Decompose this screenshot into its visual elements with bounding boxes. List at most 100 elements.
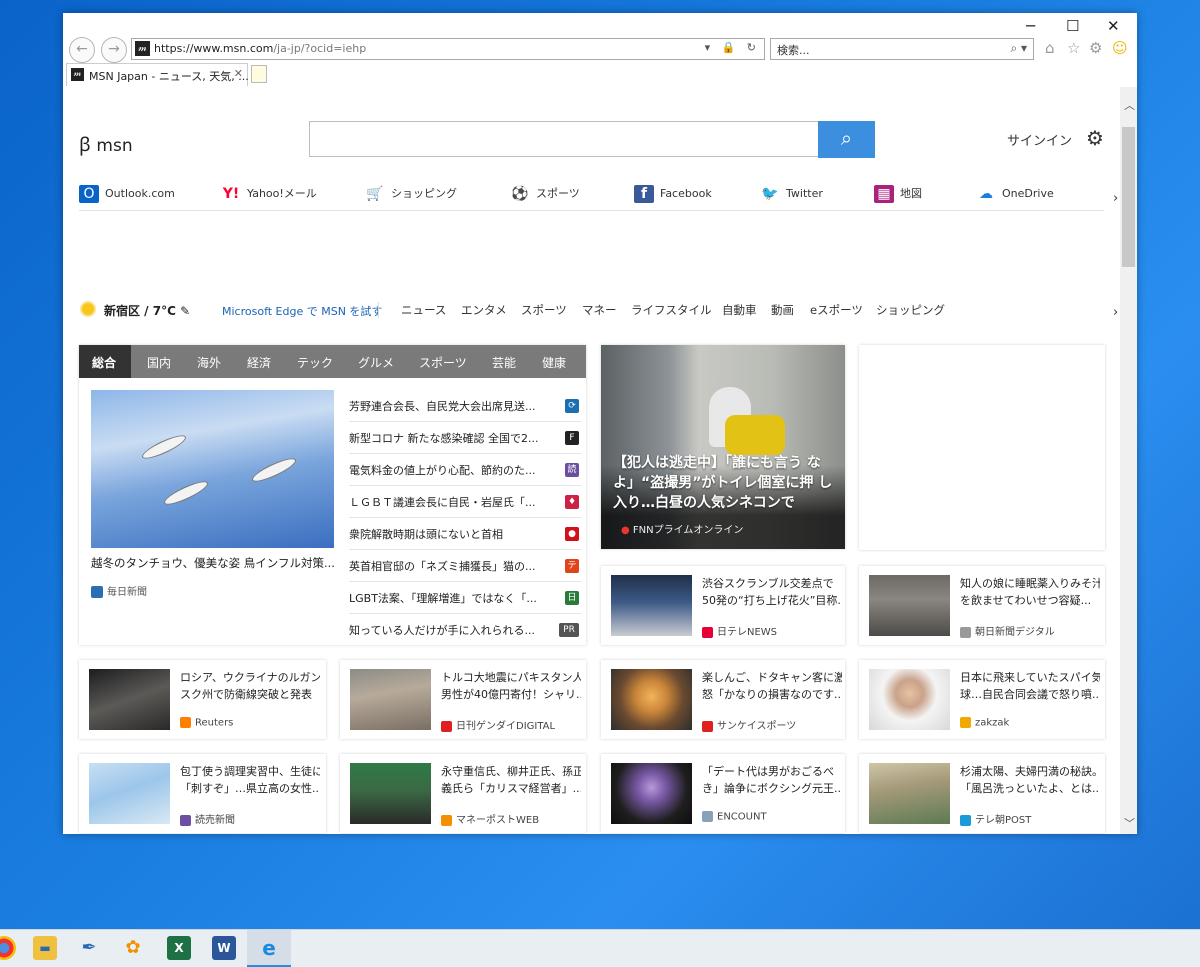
quicklink-onedrive[interactable]: ☁ OneDrive [976,185,1054,203]
list-item[interactable]: 英首相官邸の「ネズミ捕獲長」猫の... テ [349,550,581,582]
home-icon[interactable]: ⌂ [1045,39,1055,57]
msn-search-button[interactable]: ⌕ [818,121,875,158]
internet-explorer-icon[interactable]: e [257,936,281,960]
tab-gourmet[interactable]: グルメ [358,354,394,371]
pen-app-icon[interactable]: ✒ [77,936,101,960]
news-card[interactable]: 日本に飛来していたスパイ気 球…自民合同会議で怒り噴... zakzak [859,660,1105,739]
nav-news[interactable]: ニュース [401,302,446,318]
tab-entertainment[interactable]: 芸能 [492,354,516,371]
word-icon[interactable]: W [212,936,236,960]
msn-search-input[interactable] [309,121,819,157]
windows-taskbar: ▬ ✒ ✿ X W e [0,929,1200,967]
news-card[interactable]: トルコ大地震にパキスタン人 男性が40億円寄付！シャリ... 日刊ゲンダイDIGI… [340,660,586,739]
nav-entertainment[interactable]: エンタメ [461,302,507,318]
edit-pencil-icon[interactable]: ✎ [180,304,190,318]
news-card[interactable]: 杉浦太陽、夫婦円満の秘訣。 「風呂洗っといたよ、とは... テレ朝POST [859,754,1105,833]
favorites-star-icon[interactable]: ☆ [1067,39,1080,57]
list-item[interactable]: 知っている人だけが手に入れられる... PR [349,614,581,645]
source-logo-icon [960,717,971,728]
list-item[interactable]: ＬＧＢＴ議連会長に自民・岩屋氏「... ♦ [349,486,581,518]
tab-world[interactable]: 海外 [197,354,221,371]
source-logo-icon [960,626,971,638]
smiley-feedback-icon[interactable]: ☺ [1112,39,1128,57]
tab-economy[interactable]: 経済 [247,354,271,371]
card-source: サンケイスポーツ [702,717,796,732]
quicklink-map[interactable]: ▦ 地図 [874,185,922,203]
hero-source: 毎日新聞 [91,583,147,598]
nav-next-chevron-icon[interactable]: › [1113,305,1118,320]
msn-logo[interactable]: ꞵ msn [79,131,133,157]
quicklink-twitter[interactable]: 🐦 Twitter [760,185,823,203]
quicklink-facebook[interactable]: f Facebook [634,185,712,203]
settings-gear-icon[interactable]: ⚙ [1089,39,1102,57]
scroll-up-chevron-icon[interactable]: ︿ [1124,97,1135,113]
quicklinks-next-chevron-icon[interactable]: › [1113,191,1118,206]
search-icon[interactable]: ⌕ ▾ [1010,41,1027,56]
new-tab-button[interactable] [251,65,267,83]
list-item[interactable]: 電気料金の値上がり心配、節約のた... 読 [349,454,581,486]
scroll-down-chevron-icon[interactable]: ﹀ [1124,815,1135,831]
file-explorer-icon[interactable]: ▬ [33,936,57,960]
list-item[interactable]: 衆院解散時期は頭にないと首相 ● [349,518,581,550]
news-card[interactable]: 渋谷スクランブル交差点で 50発の“打ち上げ花火”目称... 日テレNEWS [601,566,845,645]
back-button[interactable]: ← [69,37,95,63]
browser-tab[interactable]: 𝓂 MSN Japan - ニュース, 天気, ... ✕ [66,63,249,86]
list-item[interactable]: 新型コロナ 新たな感染確認 全国で2... F [349,422,581,454]
browser-search-box[interactable]: 検索... ⌕ ▾ [770,38,1034,60]
news-thumbnail [611,575,692,636]
mainichi-logo-icon [91,586,103,598]
nav-money[interactable]: マネー [582,302,617,318]
close-tab-icon[interactable]: ✕ [234,67,243,80]
news-card[interactable]: 包丁使う調理実習中、生徒に 「刺すぞ」…県立高の女性... 読売新聞 [79,754,326,833]
nav-shopping[interactable]: ショッピング [876,302,945,318]
nav-autos[interactable]: 自動車 [722,302,757,318]
tab-tech[interactable]: テック [297,354,333,371]
signin-link[interactable]: サインイン [1007,130,1072,149]
minimize-button[interactable]: ─ [1026,17,1035,35]
hero-caption[interactable]: 越冬のタンチョウ、優美な姿 鳥インフル対策... [91,555,335,571]
nav-lifestyle[interactable]: ライフスタイル [631,302,712,318]
quicklink-sports[interactable]: ⚽ スポーツ [510,185,580,203]
close-window-button[interactable]: ✕ [1107,17,1120,35]
news-card[interactable]: 知人の娘に睡眠薬入りみそ汁 を飲ませてわいせつ容疑... 朝日新聞デジタル [859,566,1105,645]
tab-general[interactable]: 総合 [92,354,116,371]
news-card[interactable]: 「デート代は男がおごるべ き」論争にボクシング元王... ENCOUNT [601,754,845,833]
quicklink-yahoo[interactable]: Y! Yahoo!メール [221,185,317,203]
map-icon: ▦ [874,185,894,203]
vertical-scrollbar[interactable]: ︿ ﹀ [1120,87,1137,834]
featured-card[interactable]: 【犯人は逃走中】「誰にも言う なよ」“盗撮男”がトイレ個室に押 し入り…白昼の人… [601,345,845,549]
page-settings-gear-icon[interactable]: ⚙ [1086,126,1104,150]
chrome-icon[interactable] [0,936,16,960]
weather-location[interactable]: 新宿区 / 7°C ✎ [104,302,190,319]
card-title: 楽しんご、ドタキャン客に激 怒「かなりの損害なのです... [702,671,842,701]
facebook-icon: f [634,185,654,203]
news-category-tabs: 総合 国内 海外 経済 テック グルメ スポーツ 芸能 健康 [79,345,586,378]
card-title: 知人の娘に睡眠薬入りみそ汁 を飲ませてわいせつ容疑... [960,577,1100,607]
list-item[interactable]: 芳野連合会長、自民党大会出席見送... ⟳ [349,390,581,422]
list-item[interactable]: LGBT法案、「理解増進」ではなく「... 日 [349,582,581,614]
quicklink-outlook[interactable]: O Outlook.com [79,185,175,203]
tab-sports[interactable]: スポーツ [419,354,467,371]
address-bar[interactable]: 𝓂 https://www.msn.com/ja-jp/?ocid=iehp ▾… [131,38,765,60]
hero-image-cranes[interactable] [91,390,334,548]
news-card[interactable]: ロシア、ウクライナのルガン スク州で防衛線突破と発表 Reuters [79,660,326,739]
forward-button[interactable]: → [101,37,127,63]
news-card[interactable]: 永守重信氏、柳井正氏、孫正 義氏ら「カリスマ経営者」... マネーポストWEB [340,754,586,833]
card-title: 永守重信氏、柳井正氏、孫正 義氏ら「カリスマ経営者」... [441,765,581,795]
nav-video[interactable]: 動画 [771,302,794,318]
quicklink-shopping[interactable]: 🛒 ショッピング [365,185,457,203]
msn-favicon: 𝓂 [135,41,150,56]
paint-app-icon[interactable]: ✿ [121,936,145,960]
scrollbar-thumb[interactable] [1122,127,1135,267]
maximize-button[interactable]: ☐ [1066,17,1079,35]
excel-icon[interactable]: X [167,936,191,960]
edge-promo-link[interactable]: Microsoft Edge で MSN を試す [222,303,382,319]
news-card[interactable]: 楽しんご、ドタキャン客に激 怒「かなりの損害なのです... サンケイスポーツ [601,660,845,739]
address-tools[interactable]: ▾ 🔒 ↻ [705,41,760,54]
nav-sports[interactable]: スポーツ [521,302,567,318]
nav-esports[interactable]: eスポーツ [810,302,863,318]
sports-icon: ⚽ [511,186,529,202]
tab-health[interactable]: 健康 [542,354,566,371]
tab-domestic[interactable]: 国内 [147,354,171,371]
card-source: 読売新聞 [180,811,235,826]
